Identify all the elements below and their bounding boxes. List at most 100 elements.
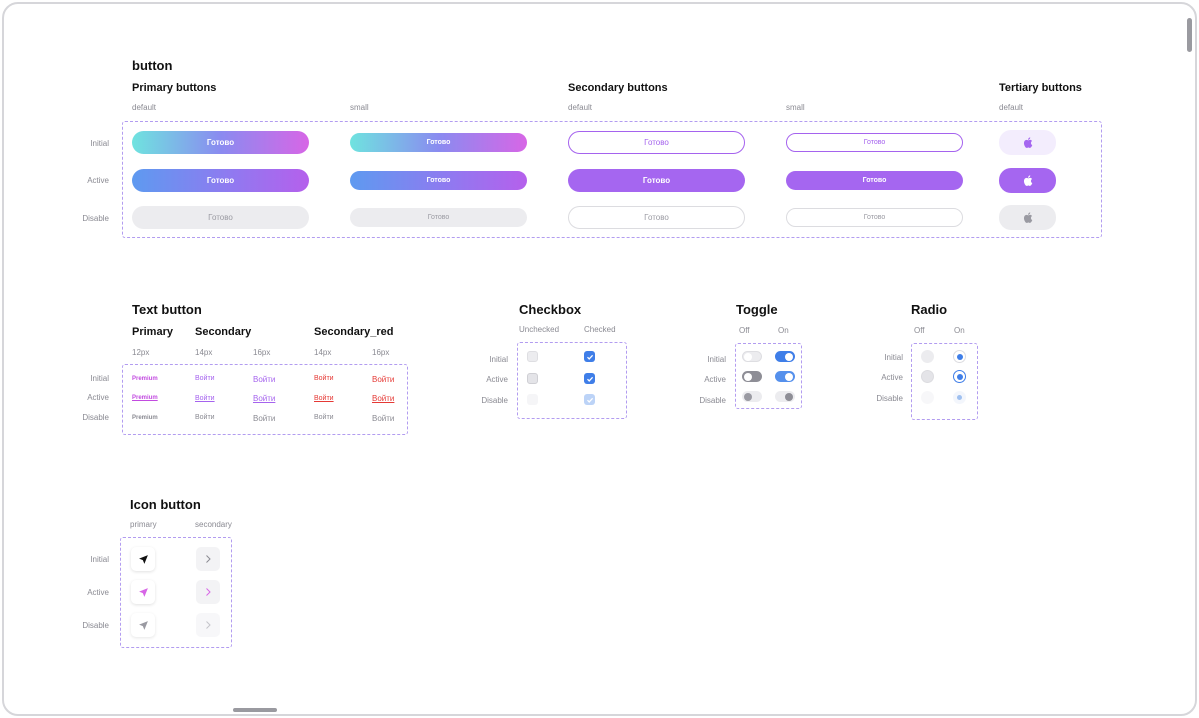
row-label-disable: Disable xyxy=(82,413,109,422)
radio-on-initial[interactable] xyxy=(953,350,966,363)
text-button-heading: Text button xyxy=(132,302,202,317)
icon-button-secondary-active[interactable] xyxy=(196,580,220,604)
toggle-off-initial[interactable] xyxy=(742,351,762,362)
row-label-disable: Disable xyxy=(82,621,109,630)
radio-off-disabled[interactable] xyxy=(921,391,934,404)
icon-button-primary-initial[interactable] xyxy=(131,547,155,571)
text-button-secondary-heading: Secondary xyxy=(195,326,252,338)
text-button-login-red-14-active[interactable]: Войти xyxy=(314,395,334,402)
row-label-active: Active xyxy=(881,373,903,382)
chevron-right-icon xyxy=(206,555,211,563)
tertiary-button-active[interactable] xyxy=(999,168,1056,193)
text-button-login-red-14-disabled[interactable]: Войти xyxy=(314,414,334,421)
row-label-initial: Initial xyxy=(90,139,109,148)
checkbox-unchecked-initial[interactable] xyxy=(527,351,538,362)
toggle-col-off: Off xyxy=(739,326,750,335)
radio-off-active[interactable] xyxy=(921,370,934,383)
tertiary-button-disabled[interactable] xyxy=(999,205,1056,230)
row-label-disable: Disable xyxy=(699,396,726,405)
checkbox-checked-disabled[interactable] xyxy=(584,394,595,405)
size-label: 14px xyxy=(195,348,213,357)
radio-col-on: On xyxy=(954,326,965,335)
send-arrow-icon xyxy=(138,554,148,564)
send-arrow-icon xyxy=(138,587,148,597)
row-label-active: Active xyxy=(87,393,109,402)
secondary-button-small-initial[interactable]: Готово xyxy=(786,133,963,152)
primary-button-small-disabled[interactable]: Готово xyxy=(350,208,527,227)
primary-button-default-initial[interactable]: Готово xyxy=(132,131,309,154)
text-button-login-red-14-initial[interactable]: Войти xyxy=(314,375,334,382)
chevron-right-icon xyxy=(206,621,211,629)
toggle-heading: Toggle xyxy=(736,302,778,317)
text-button-login-16-active[interactable]: Войти xyxy=(253,394,275,403)
checkbox-checked-active[interactable] xyxy=(584,373,595,384)
radio-col-off: Off xyxy=(914,326,925,335)
checkbox-unchecked-disabled[interactable] xyxy=(527,394,538,405)
text-button-secondary-red-heading: Secondary_red xyxy=(314,326,394,338)
row-label-active: Active xyxy=(87,176,109,185)
text-button-premium-active[interactable]: Premium xyxy=(132,395,158,401)
primary-button-default-active[interactable]: Готово xyxy=(132,169,309,192)
text-button-login-red-16-active[interactable]: Войти xyxy=(372,394,394,403)
radio-on-active[interactable] xyxy=(953,370,966,383)
row-label-active: Active xyxy=(704,375,726,384)
text-button-login-16-initial[interactable]: Войти xyxy=(253,375,275,384)
icon-button-col-secondary: secondary xyxy=(195,520,232,529)
size-label: 16px xyxy=(372,348,390,357)
text-button-premium-initial[interactable]: Premium xyxy=(132,376,158,382)
checkbox-heading: Checkbox xyxy=(519,302,582,317)
icon-button-secondary-initial[interactable] xyxy=(196,547,220,571)
text-button-premium-disabled[interactable]: Premium xyxy=(132,415,158,421)
checkbox-col-unchecked: Unchecked xyxy=(519,325,560,334)
primary-button-small-active[interactable]: Готово xyxy=(350,171,527,190)
text-button-login-red-16-disabled[interactable]: Войти xyxy=(372,414,394,423)
primary-button-small-initial[interactable]: Готово xyxy=(350,133,527,152)
icon-button-primary-active[interactable] xyxy=(131,580,155,604)
apple-icon xyxy=(1023,137,1032,148)
radio-on-disabled[interactable] xyxy=(953,391,966,404)
secondary-button-default-disabled[interactable]: Готово xyxy=(568,206,745,229)
size-label: 16px xyxy=(253,348,271,357)
secondary-button-default-initial[interactable]: Готово xyxy=(568,131,745,154)
checkbox-unchecked-active[interactable] xyxy=(527,373,538,384)
col-label-small: small xyxy=(350,103,369,112)
size-label: 12px xyxy=(132,348,150,357)
text-button-login-14-disabled[interactable]: Войти xyxy=(195,414,215,421)
text-button-login-red-16-initial[interactable]: Войти xyxy=(372,375,394,384)
icon-button-col-primary: primary xyxy=(130,520,157,529)
check-icon xyxy=(586,397,593,403)
icon-button-heading: Icon button xyxy=(130,497,201,512)
icon-button-primary-disabled[interactable] xyxy=(131,613,155,637)
toggle-off-disabled[interactable] xyxy=(742,391,762,402)
text-button-login-16-disabled[interactable]: Войти xyxy=(253,414,275,423)
toggle-on-active[interactable] xyxy=(775,371,795,382)
row-label-initial: Initial xyxy=(90,555,109,564)
text-button-login-14-initial[interactable]: Войти xyxy=(195,375,215,382)
checkbox-checked-initial[interactable] xyxy=(584,351,595,362)
radio-off-initial[interactable] xyxy=(921,350,934,363)
icon-button-secondary-disabled[interactable] xyxy=(196,613,220,637)
chevron-right-icon xyxy=(206,588,211,596)
row-label-active: Active xyxy=(486,375,508,384)
checkbox-col-checked: Checked xyxy=(584,325,616,334)
apple-icon xyxy=(1023,175,1032,186)
col-label-default: default xyxy=(568,103,593,112)
size-label: 14px xyxy=(314,348,332,357)
text-button-login-14-active[interactable]: Войти xyxy=(195,395,215,402)
col-label-small: small xyxy=(786,103,805,112)
toggle-on-initial[interactable] xyxy=(775,351,795,362)
check-icon xyxy=(586,354,593,360)
scrollbar-thumb[interactable] xyxy=(1187,18,1192,52)
row-label-initial: Initial xyxy=(489,355,508,364)
secondary-button-small-disabled[interactable]: Готово xyxy=(786,208,963,227)
tertiary-button-initial[interactable] xyxy=(999,130,1056,155)
text-button-primary-heading: Primary xyxy=(132,326,173,338)
primary-button-default-disabled[interactable]: Готово xyxy=(132,206,309,229)
send-arrow-icon xyxy=(138,620,148,630)
section-title-button: button xyxy=(132,58,173,73)
toggle-off-active[interactable] xyxy=(742,371,762,382)
toggle-on-disabled[interactable] xyxy=(775,391,795,402)
secondary-button-default-active[interactable]: Готово xyxy=(568,169,745,192)
home-indicator xyxy=(233,708,277,712)
secondary-button-small-active[interactable]: Готово xyxy=(786,171,963,190)
